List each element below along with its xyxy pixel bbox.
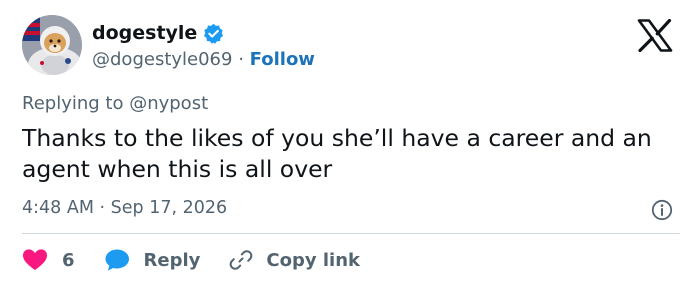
handle-separator: · <box>238 49 244 70</box>
like-count: 6 <box>62 249 75 271</box>
timestamp-separator: · <box>99 198 106 218</box>
name-row: dogestyle <box>92 22 224 44</box>
handle-row: @dogestyle069 · Follow <box>92 48 315 72</box>
info-icon[interactable] <box>651 199 673 221</box>
replying-to-label: Replying to @nypost <box>22 93 209 114</box>
like-button[interactable]: 6 <box>22 248 75 272</box>
action-bar: 6 Reply Copy link <box>22 244 360 276</box>
avatar[interactable] <box>22 15 82 75</box>
heart-icon <box>23 249 47 270</box>
verified-badge-icon <box>204 23 224 44</box>
speech-bubble-icon <box>105 249 129 271</box>
tweet-timestamp[interactable]: 4:48 AM · Sep 17, 2026 <box>22 196 227 220</box>
avatar-image <box>22 15 82 75</box>
user-handle[interactable]: @dogestyle069 <box>92 49 232 70</box>
x-logo-icon[interactable] <box>637 19 673 52</box>
tweet-time: 4:48 AM <box>22 198 94 218</box>
divider <box>22 233 680 234</box>
tweet-card: dogestyle @dogestyle069 · Follow Replyin… <box>0 0 700 287</box>
reply-label: Reply <box>143 249 201 271</box>
copy-link-button[interactable]: Copy link <box>229 248 360 272</box>
copy-link-label: Copy link <box>266 249 360 271</box>
tweet-date: Sep 17, 2026 <box>110 198 228 218</box>
tweet-text: Thanks to the likes of you she’ll have a… <box>22 124 652 183</box>
link-icon <box>230 250 253 270</box>
follow-button[interactable]: Follow <box>250 49 315 70</box>
reply-button[interactable]: Reply <box>105 248 201 272</box>
display-name[interactable]: dogestyle <box>92 22 197 44</box>
